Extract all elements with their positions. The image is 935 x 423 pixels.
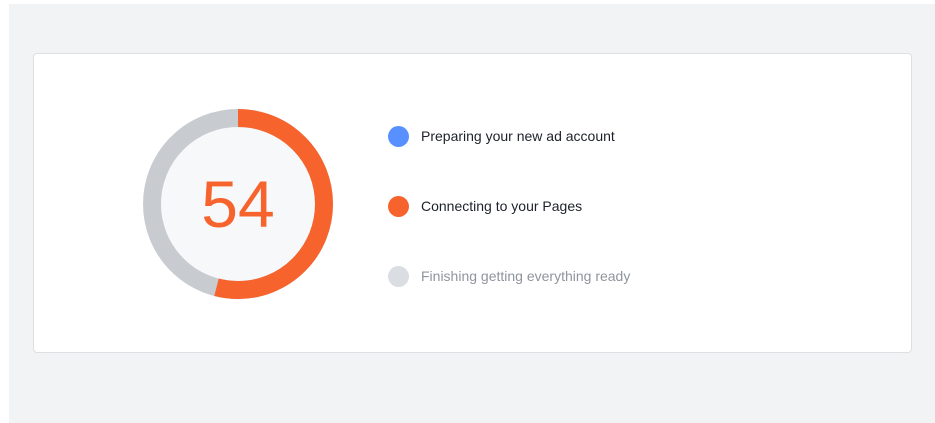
step-preparing-ad-account: Preparing your new ad account [388,124,615,148]
setup-progress-card: 54 Preparing your new ad account Connect… [33,53,912,353]
progress-value: 54 [201,167,275,241]
step-label: Preparing your new ad account [421,128,615,144]
step-label: Connecting to your Pages [421,198,583,214]
step-status-dot [388,265,409,287]
step-label: Finishing getting everything ready [421,268,631,284]
progress-ring: 54 [141,107,335,301]
step-status-dot [388,125,409,147]
step-connecting-pages: Connecting to your Pages [388,194,582,218]
step-status-dot [388,195,409,217]
step-finishing-setup: Finishing getting everything ready [388,264,630,288]
